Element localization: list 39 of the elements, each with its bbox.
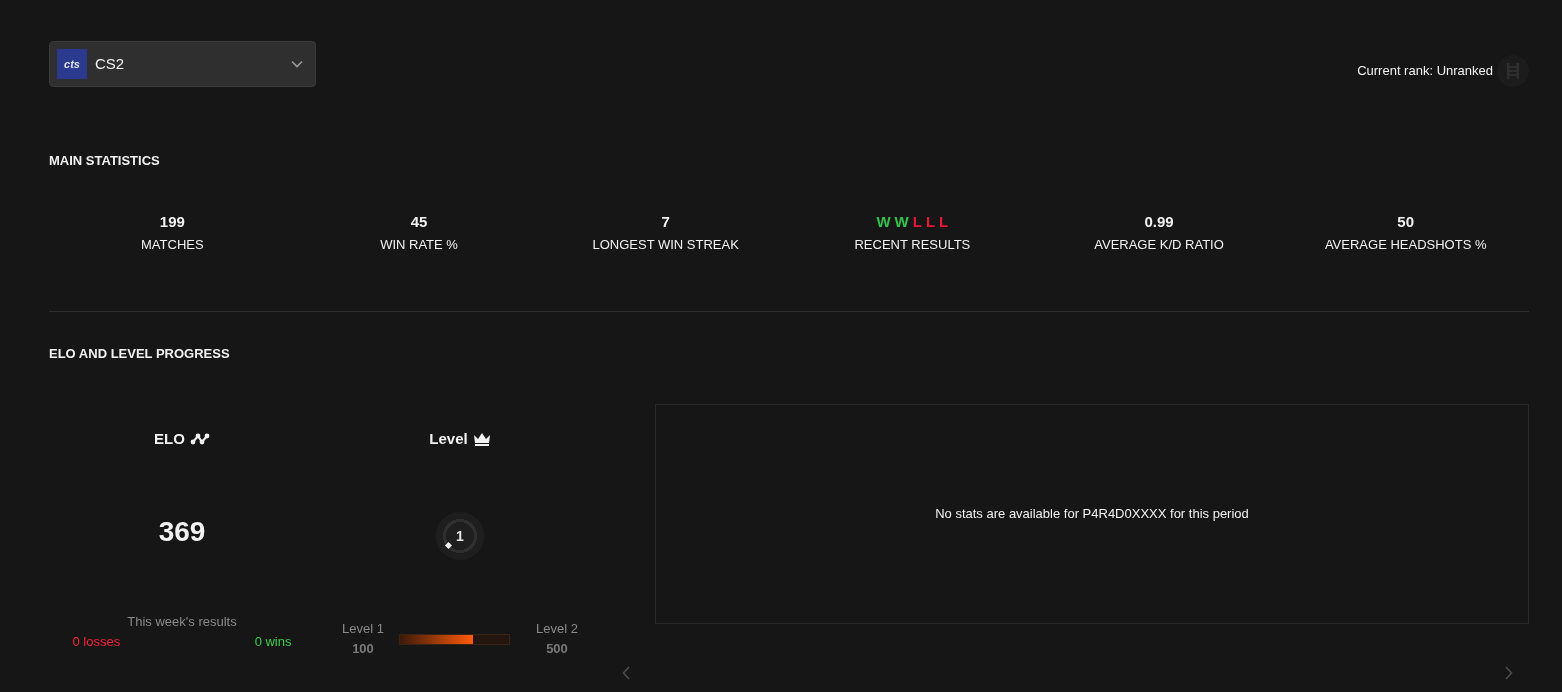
level-points: 500 [546, 641, 568, 657]
result-letter: L [925, 213, 936, 231]
result-letter: L [912, 213, 922, 231]
empty-stats-message: No stats are available for P4R4D0XXXX for this period [935, 505, 1249, 524]
result-letter: W [876, 213, 891, 231]
level-label: Level 2 [536, 621, 578, 637]
elo-title: ELO [154, 428, 185, 449]
losses-count: 0 losses [72, 634, 121, 650]
chevron-right-icon [1505, 665, 1513, 680]
weekly-results-title: This week's results [127, 614, 237, 630]
level-points: 100 [352, 641, 374, 657]
section-title: MAIN STATISTICS [49, 153, 161, 169]
wins-count: 0 wins [254, 634, 292, 650]
chevron-left-icon [622, 665, 630, 680]
stat-value: 50 [1397, 213, 1415, 231]
stat-label: RECENT RESULTS [854, 237, 971, 253]
line-graph-icon [189, 433, 210, 445]
game-logo: cts [57, 49, 87, 79]
stat-label: MATCHES [141, 237, 204, 253]
crown-icon [472, 432, 491, 446]
stat-value: 199 [159, 213, 185, 231]
chevron-down-icon [291, 60, 303, 68]
result-letter: W [894, 213, 909, 231]
current-rank-text: Current rank: Unranked [1357, 63, 1493, 79]
level-badge: 1 [436, 512, 484, 560]
stat-label: AVERAGE HEADSHOTS % [1324, 237, 1487, 253]
stat-label: AVERAGE K/D RATIO [1094, 237, 1224, 253]
elo-value: 369 [158, 516, 206, 548]
stat-value: 0.99 [1144, 213, 1174, 231]
section-title: ELO AND LEVEL PROGRESS [49, 346, 231, 362]
level-title: Level [429, 428, 468, 449]
game-select-dropdown[interactable]: cts CS2 [49, 41, 316, 87]
stat-label: LONGEST WIN STREAK [592, 237, 739, 253]
result-letter: L [939, 213, 949, 231]
stat-value: 7 [661, 213, 670, 231]
level-label: Level 1 [342, 621, 384, 637]
stat-label: WIN RATE % [380, 237, 458, 253]
ladder-icon [1497, 55, 1529, 87]
stat-value: 45 [410, 213, 428, 231]
